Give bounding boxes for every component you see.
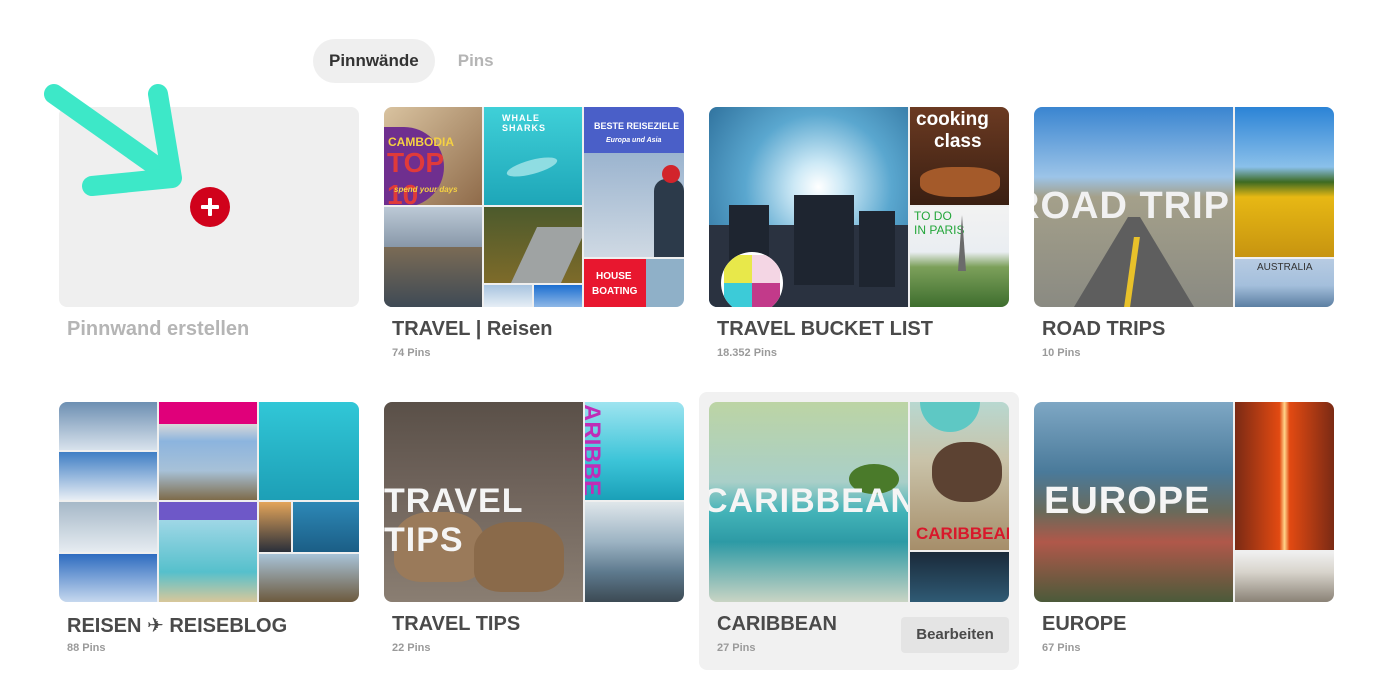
board-travel-bucket-list[interactable]: cooking class TO DO IN PARIS TRAVEL BUCK… (709, 107, 1009, 359)
tile-sea (585, 502, 684, 602)
board-cover[interactable]: CAMBODIA TOP 10 spend your days WHALE SH… (384, 107, 684, 307)
tile-snow-2 (59, 452, 157, 500)
tab-bar: Pinnwände Pins (313, 39, 510, 83)
board-pin-count: 27 Pins (717, 642, 756, 654)
board-title[interactable]: EUROPE (1042, 613, 1126, 636)
tile-caribbean: CARIBBEAN (709, 402, 908, 602)
board-cover[interactable]: cooking class TO DO IN PARIS (709, 107, 1009, 307)
tile-coast (259, 554, 359, 602)
tile-sunset (259, 502, 291, 552)
board-cover[interactable] (59, 402, 359, 602)
board-title[interactable]: TRAVEL | Reisen (392, 318, 552, 341)
tab-pinnwaende[interactable]: Pinnwände (313, 39, 435, 83)
board-cover[interactable]: EUROPE (1034, 402, 1334, 602)
create-board-label[interactable]: Pinnwand erstellen (67, 318, 249, 341)
arrow-icon (44, 84, 182, 196)
board-pin-count: 10 Pins (1042, 347, 1081, 359)
tile-lake (384, 207, 482, 307)
board-cover[interactable]: ROAD TRIP AUSTRALIA (1034, 107, 1334, 307)
board-title[interactable]: REISEN ✈ REISEBLOG (67, 613, 287, 638)
board-travel-tips[interactable]: TRAVEL TIPS ARIBBE TRAVEL TIPS 22 Pins (384, 402, 684, 654)
board-pin-count: 88 Pins (67, 642, 106, 654)
board-europe[interactable]: EUROPE EUROPE 67 Pins (1034, 402, 1334, 654)
tile-whale-sharks: WHALE SHARKS (484, 107, 582, 205)
tile-underwater (910, 552, 1009, 602)
tile-cooking-class: cooking class (910, 107, 1009, 205)
tile-paris: TO DO IN PARIS (910, 207, 1009, 307)
tile-europe: EUROPE (1034, 402, 1233, 602)
board-title[interactable]: TRAVEL TIPS (392, 613, 520, 636)
tile-lighthouse (159, 402, 257, 500)
tile-sky-clouds (59, 554, 157, 602)
tile-road-trip: ROAD TRIP (1034, 107, 1233, 307)
tile-snow (484, 285, 532, 307)
tile-street (1235, 552, 1334, 602)
board-title[interactable]: ROAD TRIPS (1042, 318, 1165, 341)
tile-snow-3 (59, 502, 157, 552)
tile-whale-shark (259, 402, 359, 500)
tab-pins[interactable]: Pins (442, 39, 510, 83)
board-reisen-reiseblog[interactable]: REISEN ✈ REISEBLOG 88 Pins (59, 402, 359, 654)
board-pin-count: 18.352 Pins (717, 347, 777, 359)
board-travel-reisen[interactable]: CAMBODIA TOP 10 spend your days WHALE SH… (384, 107, 684, 359)
tile-sunflowers (1235, 107, 1334, 257)
tile-pig-caribbean: CARIBBEAN (910, 402, 1009, 550)
board-road-trips[interactable]: ROAD TRIP AUSTRALIA ROAD TRIPS 10 Pins (1034, 107, 1334, 359)
avatar (721, 252, 783, 307)
tile-australia: AUSTRALIA (1235, 259, 1334, 307)
tile-caribbean-island: ARIBBE (585, 402, 684, 500)
edit-board-button[interactable]: Bearbeiten (901, 617, 1009, 653)
tile-sky (534, 285, 582, 307)
tile-beach (159, 502, 257, 602)
board-cover[interactable]: TRAVEL TIPS ARIBBE (384, 402, 684, 602)
tile-alley-sunset (1235, 402, 1334, 550)
board-cover[interactable]: CARIBBEAN CARIBBEAN (709, 402, 1009, 602)
tile-travel-tips: TRAVEL TIPS (384, 402, 583, 602)
board-title[interactable]: CARIBBEAN (717, 613, 837, 636)
tile-beste-reiseziele: BESTE REISEZIELE Europa und Asia (584, 107, 684, 257)
tile-snow-1 (59, 402, 157, 450)
board-caribbean[interactable]: CARIBBEAN CARIBBEAN CARIBBEAN 27 Pins (709, 402, 1009, 654)
board-pin-count: 67 Pins (1042, 642, 1081, 654)
tile-dolphin (293, 502, 359, 552)
tile-house-boating: HOUSE BOATING (584, 259, 684, 307)
board-title[interactable]: TRAVEL BUCKET LIST (717, 318, 933, 341)
board-pin-count: 22 Pins (392, 642, 431, 654)
board-pin-count: 74 Pins (392, 347, 431, 359)
plus-icon[interactable] (190, 187, 230, 227)
tile-road-autumn (484, 207, 582, 283)
tile-cambodia: CAMBODIA TOP 10 spend your days (384, 107, 482, 205)
